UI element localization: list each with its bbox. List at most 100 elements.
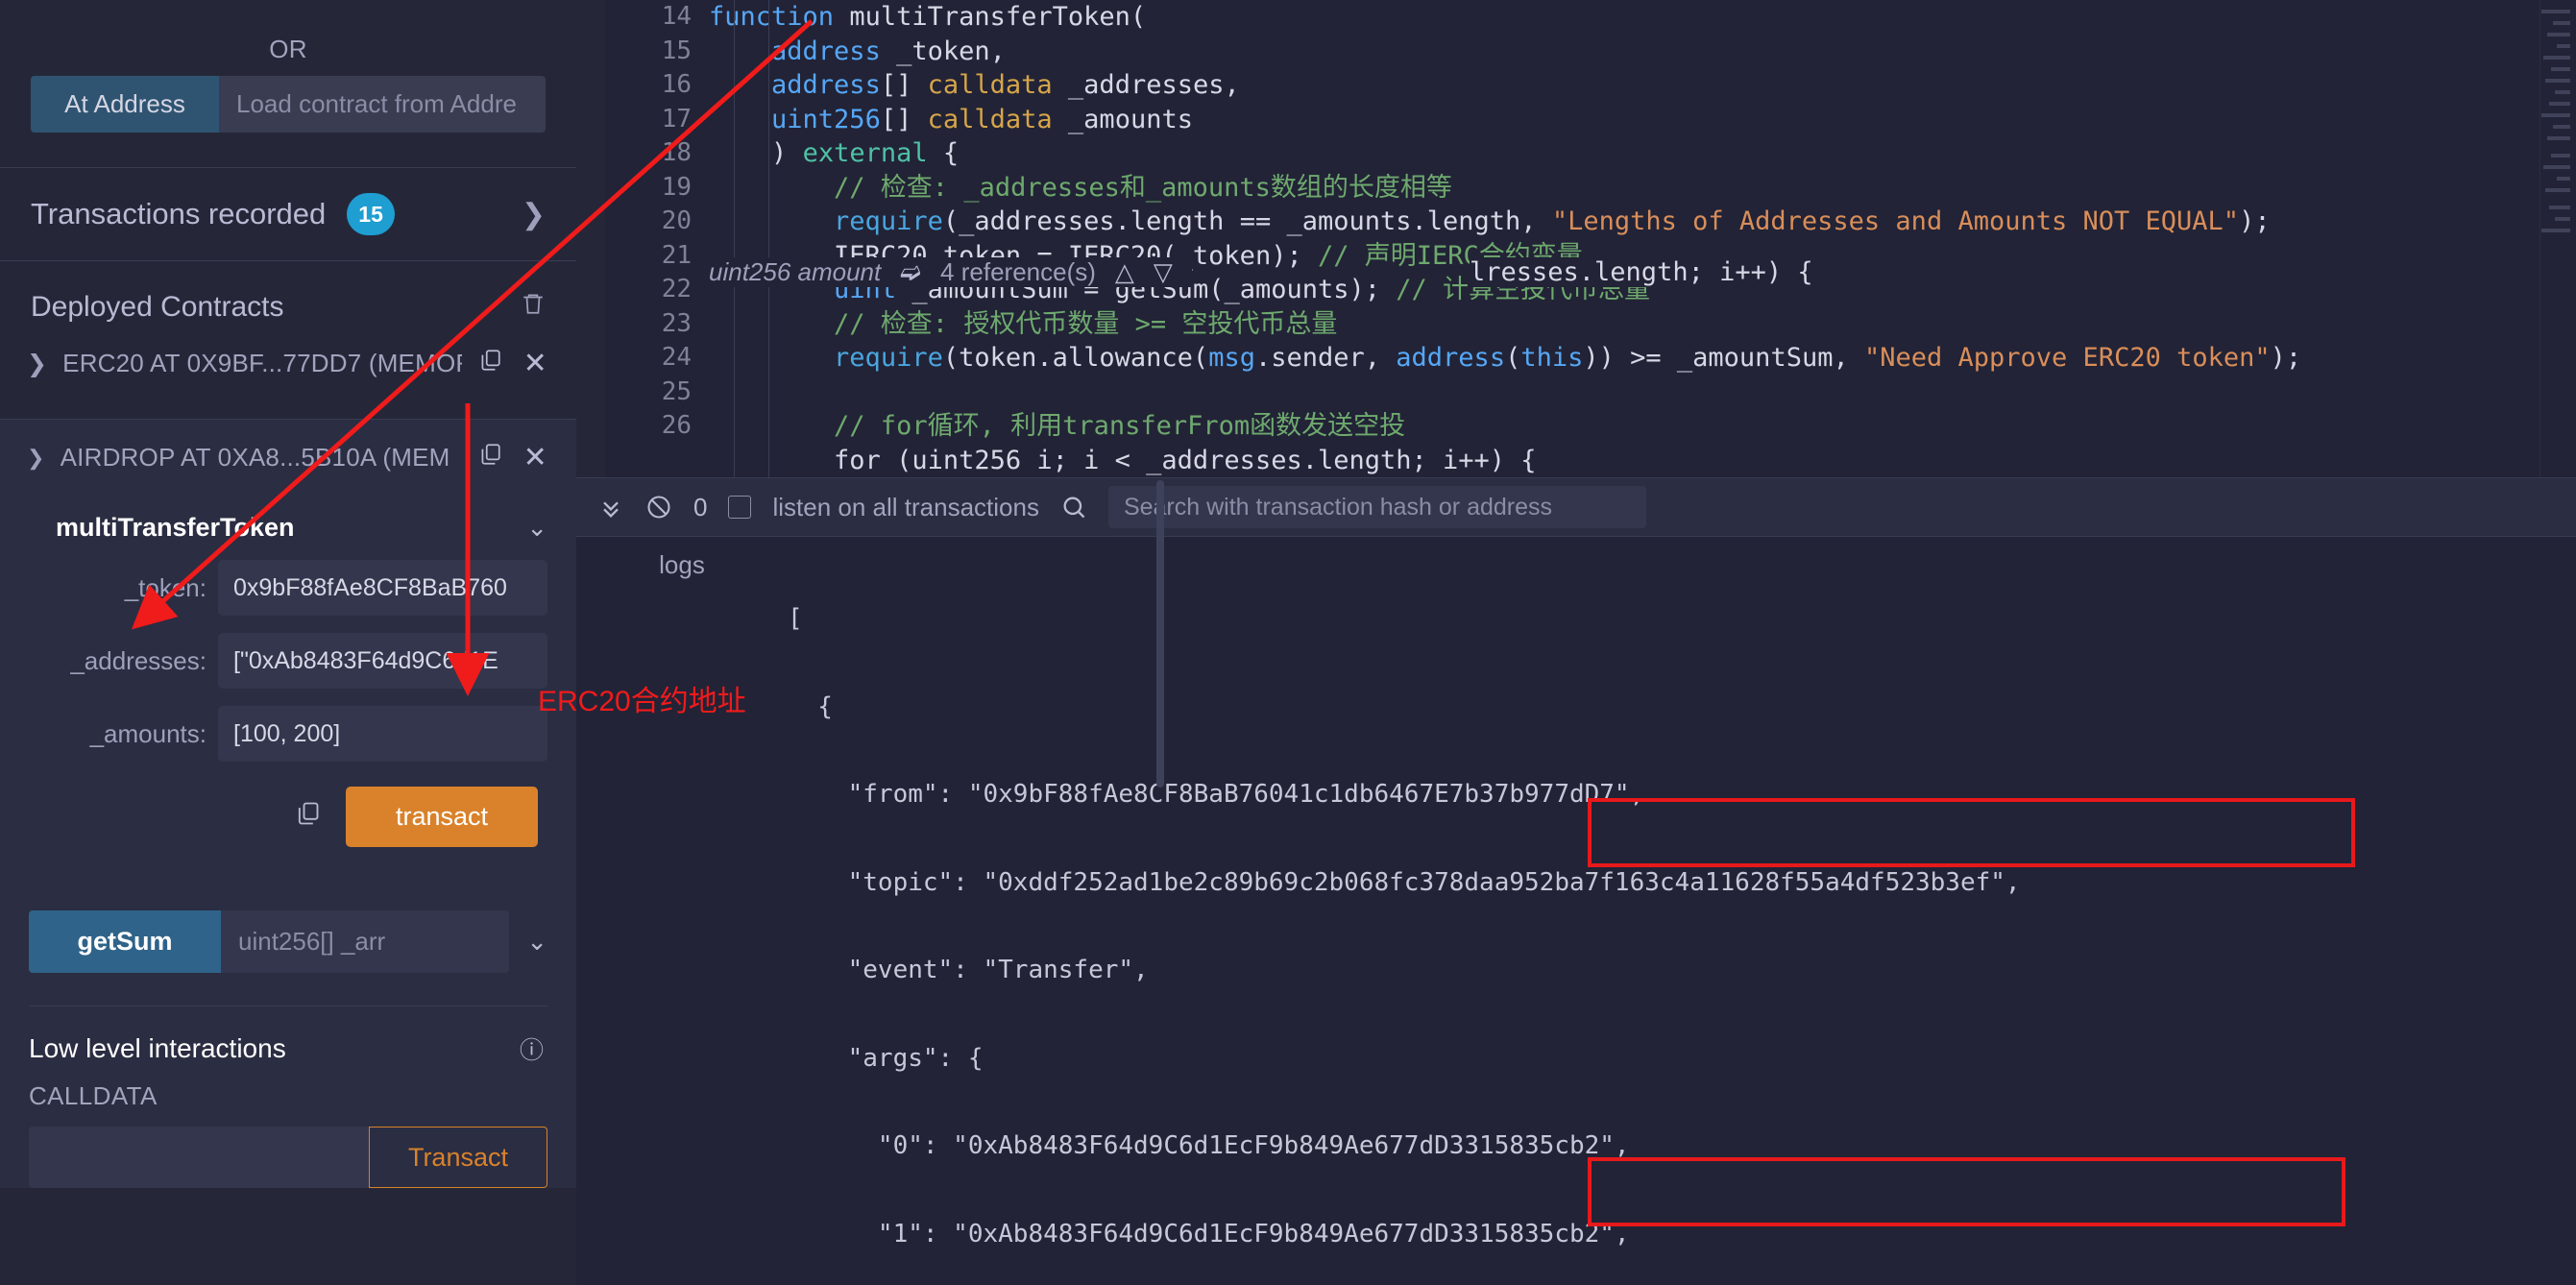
json-line: { [788, 691, 833, 721]
low-level-interactions-row: Low level interactions ⓘ [0, 1006, 576, 1066]
multitransfertoken-title-row[interactable]: multiTransferToken ⌄ [29, 513, 547, 543]
line-number: 17 [661, 104, 692, 133]
deployed-contract-erc20[interactable]: ❯ ERC20 AT 0X9BF...77DD7 (MEMOR ✕ [0, 333, 576, 394]
info-icon[interactable]: ⓘ [520, 1031, 544, 1066]
field-input-token[interactable]: 0x9bF88fAe8CF8BaB760 [218, 560, 547, 616]
transactions-recorded-left: Transactions recorded 15 [31, 193, 395, 235]
json-line: "topic": "0xddf252ad1be2c89b69c2b068fc37… [788, 867, 2021, 897]
code-line: // 检查: _addresses和_amounts数组的长度相等 [709, 172, 1452, 203]
code-editor[interactable]: 14 15 16 17 18 19 20 21 22 23 24 25 26 f… [576, 0, 2576, 477]
chevron-down-icon-airdrop[interactable]: ❯ [27, 446, 45, 471]
logs-label: logs [659, 550, 705, 579]
json-line: "event": "Transfer", [788, 956, 1149, 984]
chevrons-down-icon[interactable] [597, 494, 624, 521]
trash-icon[interactable] [521, 290, 546, 324]
annotation-erc20-address-label: ERC20合约地址 [538, 686, 746, 717]
code-lens-references[interactable]: 4 reference(s) [940, 257, 1096, 287]
deployed-contract-erc20-label: ERC20 AT 0X9BF...77DD7 (MEMOR [62, 349, 462, 377]
at-address-button[interactable]: At Address [31, 76, 219, 133]
transact-button[interactable]: transact [345, 787, 538, 847]
code-line: for (uint256 i; i < _addresses.length; i… [709, 445, 1537, 475]
at-address-row: At Address Load contract from Addre [0, 76, 576, 133]
calldata-label: CALLDATA [29, 1081, 158, 1110]
field-label-token: _token: [124, 572, 207, 602]
chevron-right-icon[interactable]: ❯ [522, 198, 546, 231]
code-line: require(token.allowance(msg.sender, addr… [834, 343, 2302, 373]
line-number: 25 [661, 376, 692, 406]
code-lens-signature: uint256 amount [709, 257, 882, 286]
json-line: "args": { [788, 1043, 984, 1073]
low-level-interactions-label: Low level interactions [29, 1033, 286, 1063]
copy-icon-airdrop[interactable] [477, 441, 502, 474]
editor-and-terminal: 14 15 16 17 18 19 20 21 22 23 24 25 26 f… [576, 0, 2576, 1285]
line-number: 15 [661, 36, 692, 65]
listen-on-all-transactions-label: listen on all transactions [772, 492, 1039, 521]
terminal-vertical-scrollbar[interactable] [1156, 480, 1164, 788]
copy-icon-erc20[interactable] [477, 347, 502, 380]
or-label: OR [269, 35, 307, 63]
deployed-contracts-header: Deployed Contracts [0, 261, 576, 333]
code-line: function multiTransferToken( [709, 2, 1147, 32]
deployed-contract-erc20-icons: ✕ [477, 347, 547, 380]
line-number: 23 [661, 308, 692, 338]
code-line: uint256[] calldata _amounts [771, 104, 1193, 134]
transactions-recorded-row[interactable]: Transactions recorded 15 ❯ [0, 168, 576, 260]
field-input-addresses[interactable]: ["0xAb8483F64d9C6d1E [218, 633, 547, 689]
low-level-transact-button[interactable]: Transact [368, 1127, 547, 1188]
json-line: "0": "0xAb8483F64d9C6d1EcF9b849Ae677dD33… [788, 1131, 1630, 1160]
chevron-up-icon-lens[interactable]: △ [1115, 257, 1134, 287]
calldata-input[interactable] [29, 1127, 369, 1188]
share-arrow-icon[interactable]: ➫ [900, 257, 921, 287]
chevron-down-icon-getsum[interactable]: ⌄ [509, 927, 547, 957]
multitransfertoken-title: multiTransferToken [56, 513, 295, 542]
line-number: 14 [661, 2, 692, 31]
terminal-toolbar: 0 listen on all transactions Search with… [576, 477, 2576, 537]
editor-line-numbers: 14 15 16 17 18 19 20 21 22 23 24 25 26 [605, 0, 709, 477]
chevron-up-icon-function[interactable]: ⌄ [526, 513, 547, 543]
editor-edge-bar [576, 0, 605, 477]
getsum-button[interactable]: getSum [29, 910, 221, 973]
editor-code-lens[interactable]: uint256 amount ➫ 4 reference(s) △ ▽ [709, 257, 1192, 287]
listen-on-all-transactions-checkbox[interactable] [728, 496, 752, 519]
code-line: ) external { [771, 138, 960, 168]
code-lens-occluded-line: lresses.length; i++) { [1470, 257, 1823, 287]
load-contract-input[interactable]: Load contract from Addre [219, 76, 546, 133]
line-number: 21 [661, 240, 692, 270]
field-label-amounts: _amounts: [89, 718, 207, 748]
deployed-contract-airdrop[interactable]: ❯ AIRDROP AT 0XA8...5B10A (MEM ✕ [0, 420, 576, 496]
transactions-recorded-count-badge: 15 [347, 193, 395, 235]
getsum-row: getSum uint256[] _arr ⌄ [0, 910, 576, 973]
close-icon-airdrop[interactable]: ✕ [523, 443, 547, 473]
chevron-right-icon-erc20[interactable]: ❯ [27, 350, 47, 378]
calldata-row: Transact [0, 1111, 576, 1188]
line-number: 18 [661, 138, 692, 167]
code-line: // for循环, 利用transferFrom函数发送空投 [709, 411, 1406, 441]
deployed-contract-airdrop-label: AIRDROP AT 0XA8...5B10A (MEM [60, 443, 450, 472]
close-icon-erc20[interactable]: ✕ [523, 349, 547, 378]
editor-minimap-rail[interactable] [2540, 0, 2576, 477]
line-number: 16 [661, 70, 692, 99]
line-number: 20 [661, 206, 692, 235]
code-line: address _token, [771, 36, 1006, 66]
getsum-input[interactable]: uint256[] _arr [221, 910, 510, 973]
block-clear-icon[interactable] [645, 494, 672, 521]
terminal-logs-panel[interactable]: logs [ { "from": "0x9bF88fAe8CF8BaB76041… [576, 537, 2576, 1285]
deploy-and-run-panel: OR At Address Load contract from Addre T… [0, 0, 576, 1285]
code-line: // 检查: 授权代币数量 >= 空投代币总量 [709, 308, 1338, 339]
copy-calldata-icon[interactable] [294, 799, 321, 835]
field-input-amounts[interactable]: [100, 200] [218, 706, 547, 762]
editor-code-area[interactable]: function multiTransferToken( address _to… [709, 0, 2576, 477]
field-row-addresses: _addresses: ["0xAb8483F64d9C6d1E [29, 633, 547, 689]
transact-row: transact [29, 787, 547, 847]
transaction-search-input[interactable]: Search with transaction hash or address [1107, 486, 1646, 528]
deployed-contracts-label: Deployed Contracts [31, 290, 284, 323]
multitransfertoken-function-block: multiTransferToken ⌄ _token: 0x9bF88fAe8… [0, 496, 576, 857]
field-row-amounts: _amounts: [100, 200] [29, 706, 547, 762]
chevron-down-icon-lens[interactable]: ▽ [1154, 257, 1173, 287]
search-icon[interactable] [1060, 494, 1087, 521]
json-line: [ [788, 604, 803, 633]
json-line: "from": "0x9bF88fAe8CF8BaB76041c1db6467E… [788, 780, 1645, 809]
line-number: 22 [661, 275, 692, 303]
code-line: require(_addresses.length == _amounts.le… [834, 206, 2271, 236]
